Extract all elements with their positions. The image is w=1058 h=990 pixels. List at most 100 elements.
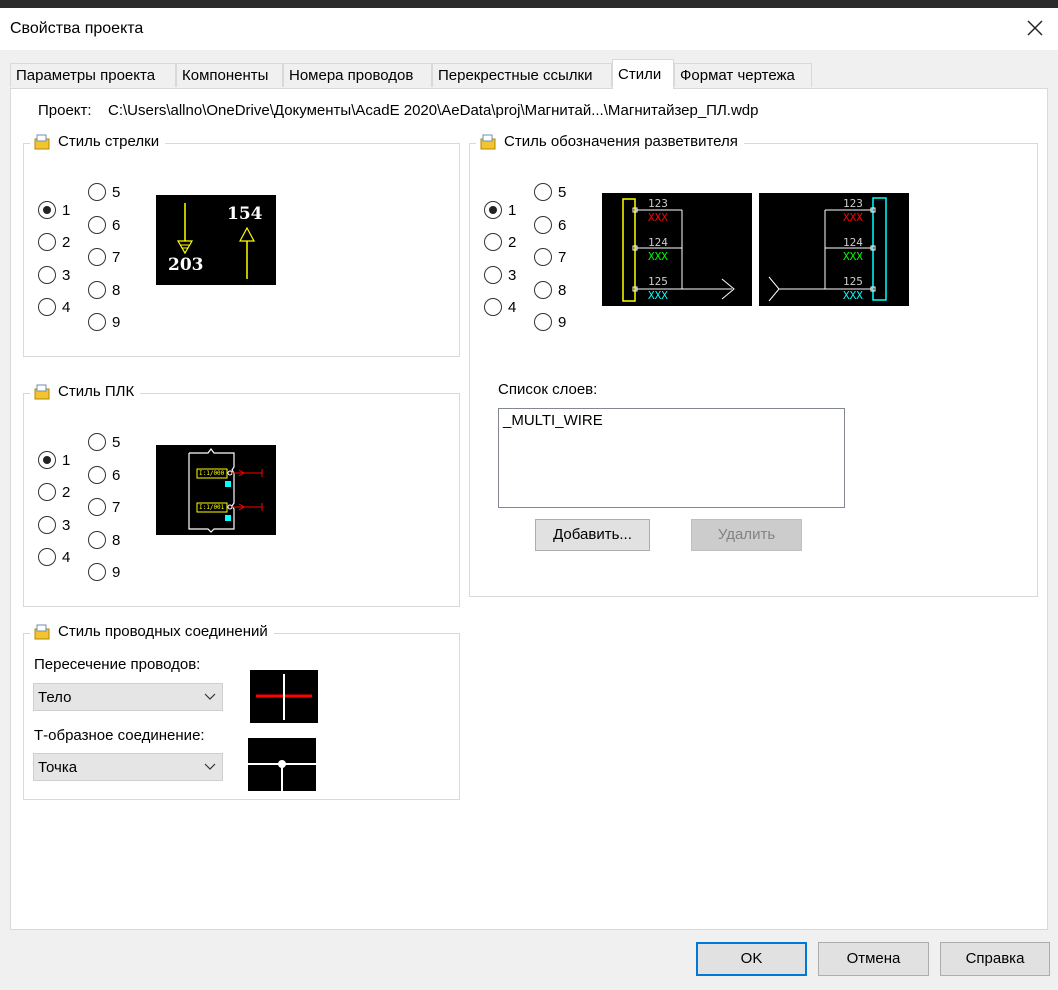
fanout-style-radio-4[interactable]: 4 bbox=[484, 298, 516, 316]
radio-label: 6 bbox=[112, 466, 121, 484]
tee-junction-preview bbox=[248, 738, 316, 791]
window-title: Свойства проекта bbox=[10, 20, 144, 37]
radio-indicator bbox=[38, 516, 56, 534]
radio-label: 2 bbox=[62, 233, 71, 251]
radio-label: 2 bbox=[62, 483, 71, 501]
layer-list[interactable]: _MULTI_WIRE bbox=[498, 408, 845, 508]
radio-indicator bbox=[88, 498, 106, 516]
radio-label: 4 bbox=[62, 298, 71, 316]
tab-wire-numbers[interactable]: Номера проводов bbox=[283, 63, 432, 87]
arrow-style-title: Стиль стрелки bbox=[30, 133, 166, 150]
fanout-left-marker-2: XXX bbox=[648, 250, 668, 263]
tee-junction-select[interactable]: Точка bbox=[33, 753, 223, 781]
radio-label: 8 bbox=[558, 281, 567, 299]
radio-indicator bbox=[38, 233, 56, 251]
plc-style-title: Стиль ПЛК bbox=[30, 383, 141, 400]
plc-style-radio-3[interactable]: 3 bbox=[38, 516, 70, 534]
fanout-style-radio-7[interactable]: 7 bbox=[534, 248, 566, 266]
add-layer-button[interactable]: Добавить... bbox=[535, 519, 650, 551]
chevron-down-icon bbox=[204, 693, 216, 700]
plc-style-radio-5[interactable]: 5 bbox=[88, 433, 120, 451]
folder-style-icon bbox=[34, 384, 50, 399]
radio-indicator bbox=[88, 563, 106, 581]
arrow-style-radio-1[interactable]: 1 bbox=[38, 201, 70, 219]
tab-styles[interactable]: Стили bbox=[612, 59, 674, 89]
fanout-style-radio-8[interactable]: 8 bbox=[534, 281, 566, 299]
cancel-button[interactable]: Отмена bbox=[818, 942, 929, 976]
plc-preview-cell-1: I:1/000 bbox=[199, 470, 225, 477]
arrow-style-radio-4[interactable]: 4 bbox=[38, 298, 70, 316]
plc-preview-cell-2: I:1/001 bbox=[199, 504, 225, 511]
close-button[interactable] bbox=[1020, 14, 1050, 44]
radio-label: 1 bbox=[62, 201, 71, 219]
radio-label: 6 bbox=[558, 216, 567, 234]
radio-indicator bbox=[38, 266, 56, 284]
tab-cross-references[interactable]: Перекрестные ссылки bbox=[432, 63, 612, 87]
radio-indicator bbox=[38, 548, 56, 566]
ok-button[interactable]: OK bbox=[696, 942, 807, 976]
help-button[interactable]: Справка bbox=[940, 942, 1050, 976]
fanout-style-radio-9[interactable]: 9 bbox=[534, 313, 566, 331]
radio-label: 7 bbox=[112, 248, 121, 266]
wire-crossing-graphic bbox=[256, 674, 312, 720]
radio-indicator bbox=[484, 298, 502, 316]
fanout-left-graphic bbox=[622, 198, 735, 302]
radio-indicator bbox=[88, 248, 106, 266]
layer-list-item[interactable]: _MULTI_WIRE bbox=[499, 409, 844, 429]
radio-indicator bbox=[88, 216, 106, 234]
arrow-style-radio-9[interactable]: 9 bbox=[88, 313, 120, 331]
fanout-style-radio-5[interactable]: 5 bbox=[534, 183, 566, 201]
arrow-style-radio-7[interactable]: 7 bbox=[88, 248, 120, 266]
tab-drawing-format[interactable]: Формат чертежа bbox=[674, 63, 812, 87]
close-icon bbox=[1027, 20, 1043, 36]
radio-indicator bbox=[484, 266, 502, 284]
radio-indicator bbox=[534, 183, 552, 201]
radio-label: 1 bbox=[508, 201, 517, 219]
fanout-style-radio-6[interactable]: 6 bbox=[534, 216, 566, 234]
plc-style-radio-9[interactable]: 9 bbox=[88, 563, 120, 581]
arrow-preview-label-left: 203 bbox=[168, 255, 204, 275]
radio-label: 7 bbox=[558, 248, 567, 266]
fanout-left-number-2: 124 bbox=[648, 236, 668, 249]
radio-label: 3 bbox=[62, 266, 71, 284]
plc-style-radio-4[interactable]: 4 bbox=[38, 548, 70, 566]
radio-indicator bbox=[88, 183, 106, 201]
background-window-strip bbox=[0, 0, 1058, 8]
fanout-right-marker-3: XXX bbox=[843, 289, 863, 302]
plc-style-radio-6[interactable]: 6 bbox=[88, 466, 120, 484]
arrow-style-radio-3[interactable]: 3 bbox=[38, 266, 70, 284]
wire-crossing-value: Тело bbox=[38, 688, 72, 706]
fanout-style-radio-1[interactable]: 1 bbox=[484, 201, 516, 219]
delete-layer-button[interactable]: Удалить bbox=[691, 519, 802, 551]
tab-components[interactable]: Компоненты bbox=[176, 63, 283, 87]
radio-label: 6 bbox=[112, 216, 121, 234]
radio-indicator bbox=[88, 313, 106, 331]
fanout-left-number-3: 125 bbox=[648, 275, 668, 288]
radio-indicator bbox=[534, 313, 552, 331]
radio-indicator bbox=[38, 483, 56, 501]
fanout-right-graphic bbox=[768, 197, 887, 302]
fanout-style-radio-2[interactable]: 2 bbox=[484, 233, 516, 251]
tab-project-settings[interactable]: Параметры проекта bbox=[10, 63, 176, 87]
radio-indicator bbox=[88, 531, 106, 549]
arrow-style-radio-5[interactable]: 5 bbox=[88, 183, 120, 201]
plc-style-radio-8[interactable]: 8 bbox=[88, 531, 120, 549]
tee-junction-value: Точка bbox=[38, 758, 78, 776]
wire-crossing-select[interactable]: Тело bbox=[33, 683, 223, 711]
folder-style-icon bbox=[34, 624, 50, 639]
chevron-down-icon bbox=[204, 763, 216, 770]
plc-preview-graphic bbox=[188, 448, 263, 533]
plc-style-radio-2[interactable]: 2 bbox=[38, 483, 70, 501]
radio-indicator bbox=[534, 216, 552, 234]
tee-junction-graphic bbox=[248, 760, 316, 791]
radio-label: 5 bbox=[558, 183, 567, 201]
arrow-style-radio-2[interactable]: 2 bbox=[38, 233, 70, 251]
wire-connection-style-title-text: Стиль проводных соединений bbox=[58, 623, 268, 640]
fanout-right-number-3: 125 bbox=[843, 275, 863, 288]
plc-style-radio-7[interactable]: 7 bbox=[88, 498, 120, 516]
fanout-style-radio-3[interactable]: 3 bbox=[484, 266, 516, 284]
radio-label: 2 bbox=[508, 233, 517, 251]
arrow-style-radio-8[interactable]: 8 bbox=[88, 281, 120, 299]
arrow-style-radio-6[interactable]: 6 bbox=[88, 216, 120, 234]
plc-style-radio-1[interactable]: 1 bbox=[38, 451, 70, 469]
